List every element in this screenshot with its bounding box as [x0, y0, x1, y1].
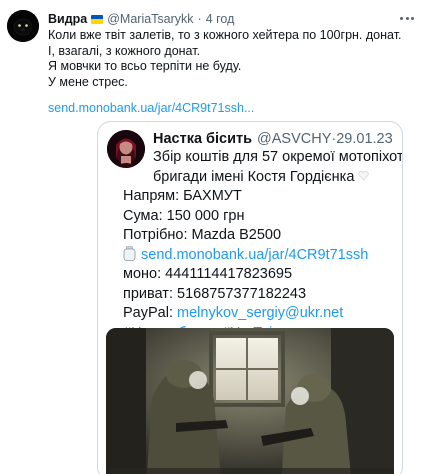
- ukraine-flag-icon: [91, 14, 104, 24]
- privat-card-line: приват: 5168757377182243: [123, 285, 307, 302]
- jar-icon: [123, 245, 136, 261]
- tweet[interactable]: Видра @MariaTsarykk · 4 год Коли вже тві…: [0, 0, 428, 474]
- quoted-tweet-text: Збір коштів для 57 окремої мотопіхотної …: [105, 148, 403, 343]
- donation-link[interactable]: send.monobank.ua/jar/4CR9t71ssh...: [48, 101, 254, 115]
- tweet-line: У мене стрес.: [48, 74, 128, 89]
- quoted-tweet-photo[interactable]: [106, 328, 394, 474]
- tweet-line: Я мовчки то всьо терпіти не буду.: [48, 59, 242, 73]
- tweet-line: Коли вже твіт залетів, то з кожного хейт…: [48, 28, 402, 42]
- needed-line: Потрібно: Mazda B2500: [123, 227, 282, 243]
- white-heart-icon: [358, 170, 370, 180]
- paypal-email-link[interactable]: melnykov_sergiy@ukr.net: [177, 305, 343, 321]
- author-name[interactable]: Видра: [48, 12, 87, 26]
- quoted-tweet-date[interactable]: 29.01.23: [336, 131, 392, 147]
- quoted-line-with-heart: бригади імені Костя Гордієнка: [105, 168, 401, 188]
- tweet-line: І, взагалі, з кожного донат.: [48, 43, 201, 58]
- jar-link[interactable]: send.monobank.ua/jar/4CR9t71ssh: [141, 247, 368, 263]
- paypal-label: PayPal:: [123, 305, 173, 321]
- more-options-icon[interactable]: [398, 10, 416, 26]
- quoted-line: Збір коштів для 57 окремої мотопіхотної: [153, 149, 403, 165]
- quoted-author-name[interactable]: Настка бісить: [153, 131, 252, 147]
- quoted-tweet-header: Настка бісить @ASVCHY · 29.01.23: [153, 129, 393, 149]
- tweet-header: Видра @MariaTsarykk · 4 год: [48, 11, 234, 27]
- mono-card-line: моно: 4441114417823695: [123, 266, 293, 282]
- direction-line: Напрям: БАХМУТ: [123, 188, 242, 204]
- amount-line: Сума: 150 000 грн: [123, 207, 245, 224]
- author-avatar[interactable]: [7, 10, 39, 42]
- quoted-tweet[interactable]: Настка бісить @ASVCHY · 29.01.23 Збір ко…: [97, 121, 403, 474]
- paypal-line: PayPal: melnykov_sergiy@ukr.net: [105, 304, 401, 324]
- jar-line: send.monobank.ua/jar/4CR9t71ssh: [105, 245, 401, 266]
- header-separator: ·: [197, 12, 202, 26]
- tweet-text: Коли вже твіт залетів, то з кожного хейт…: [48, 28, 420, 90]
- quoted-line: бригади імені Костя Гордієнка: [153, 168, 355, 185]
- quoted-author-handle[interactable]: @ASVCHY: [257, 131, 331, 147]
- tweet-time[interactable]: 4 год: [206, 12, 235, 26]
- author-handle[interactable]: @MariaTsarykk: [107, 12, 193, 26]
